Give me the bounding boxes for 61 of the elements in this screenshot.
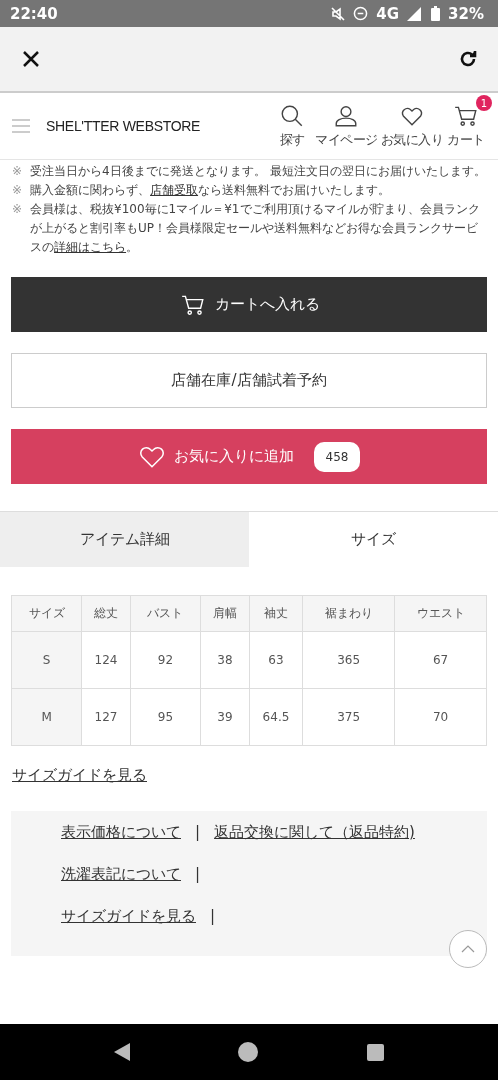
footer-link[interactable]: サイズガイドを見る	[61, 907, 196, 926]
nav-item[interactable]: 探す	[272, 103, 312, 149]
search-icon	[279, 103, 305, 129]
link-separator: |	[210, 907, 216, 926]
network-type: 4G	[376, 4, 400, 23]
chevron-up-icon	[461, 945, 475, 953]
footer-link[interactable]: 表示価格について	[61, 823, 181, 842]
column-header: バスト	[130, 595, 201, 632]
link-separator: |	[195, 823, 201, 842]
note-text: 購入金額に関わらず、店舗受取なら送料無料でお届けいたします。	[30, 182, 391, 199]
store-logo[interactable]: SHEL'TTER WEBSTORE	[46, 118, 201, 134]
table-cell: 95	[130, 688, 201, 746]
footer-link[interactable]: 返品交換に関して（返品特約)	[214, 823, 415, 842]
store-stock-button[interactable]: 店舗在庫/店舗試着予約	[11, 353, 487, 408]
link-separator: |	[195, 865, 201, 884]
table-cell: 64.5	[249, 688, 303, 746]
signal-icon	[407, 6, 424, 21]
note-mark: ※	[12, 182, 23, 199]
note-link[interactable]: 店舗受取	[150, 183, 199, 197]
nav-item[interactable]: お気に入り	[380, 103, 443, 149]
table-cell: S	[11, 631, 82, 689]
table-cell: M	[11, 688, 82, 746]
table-cell: 365	[302, 631, 395, 689]
close-icon[interactable]	[22, 50, 40, 68]
tab[interactable]: アイテム詳細	[0, 512, 249, 567]
table-cell: 63	[249, 631, 303, 689]
table-cell: 92	[130, 631, 201, 689]
table-cell: 124	[81, 631, 131, 689]
add-to-cart-button[interactable]: カートへ入れる	[11, 277, 487, 332]
column-header: ウエスト	[394, 595, 487, 632]
battery-icon	[431, 6, 441, 21]
column-header: サイズ	[11, 595, 82, 632]
size-guide-link[interactable]: サイズガイドを見る	[12, 766, 147, 785]
table-cell: 39	[200, 688, 250, 746]
nav-item[interactable]: マイページ	[315, 103, 378, 149]
battery-level: 32%	[448, 4, 484, 23]
mute-icon	[331, 6, 346, 21]
reload-icon[interactable]	[458, 49, 478, 69]
note-text: 会員様は、税抜¥100毎に1マイル＝¥1でご利用頂けるマイルが貯まり、会員ランクが上がると割引率もUP！会員様限定セールや送料無料などお得な会員ランクサービスの詳細はこちら。	[30, 201, 481, 256]
note-mark: ※	[12, 163, 23, 180]
table-cell: 67	[394, 631, 487, 689]
home-icon[interactable]	[238, 1042, 259, 1062]
recents-icon[interactable]	[366, 1043, 384, 1061]
note-mark: ※	[12, 201, 23, 218]
note-text: 受注当日から4日後までに発送となります。 最短注文日の翌日にお届けいたします。	[30, 163, 486, 180]
table-cell: 70	[394, 688, 487, 746]
column-header: 裾まわり	[302, 595, 395, 632]
column-header: 肩幅	[200, 595, 250, 632]
add-favorite-button[interactable]: お気に入りに追加 458	[11, 429, 487, 484]
footer-link[interactable]: 洗濯表記について	[61, 865, 181, 884]
favorite-count: 458	[313, 441, 361, 472]
clock: 22:40	[10, 4, 58, 23]
back-icon[interactable]	[114, 1043, 131, 1061]
column-header: 袖丈	[249, 595, 303, 632]
cart-count-badge: 1	[476, 95, 492, 111]
do-not-disturb-icon	[353, 6, 369, 21]
table-cell: 127	[81, 688, 131, 746]
note-link[interactable]: 詳細はこちら	[54, 240, 127, 254]
table-cell: 375	[302, 688, 395, 746]
column-header: 総丈	[81, 595, 131, 632]
table-cell: 38	[200, 631, 250, 689]
